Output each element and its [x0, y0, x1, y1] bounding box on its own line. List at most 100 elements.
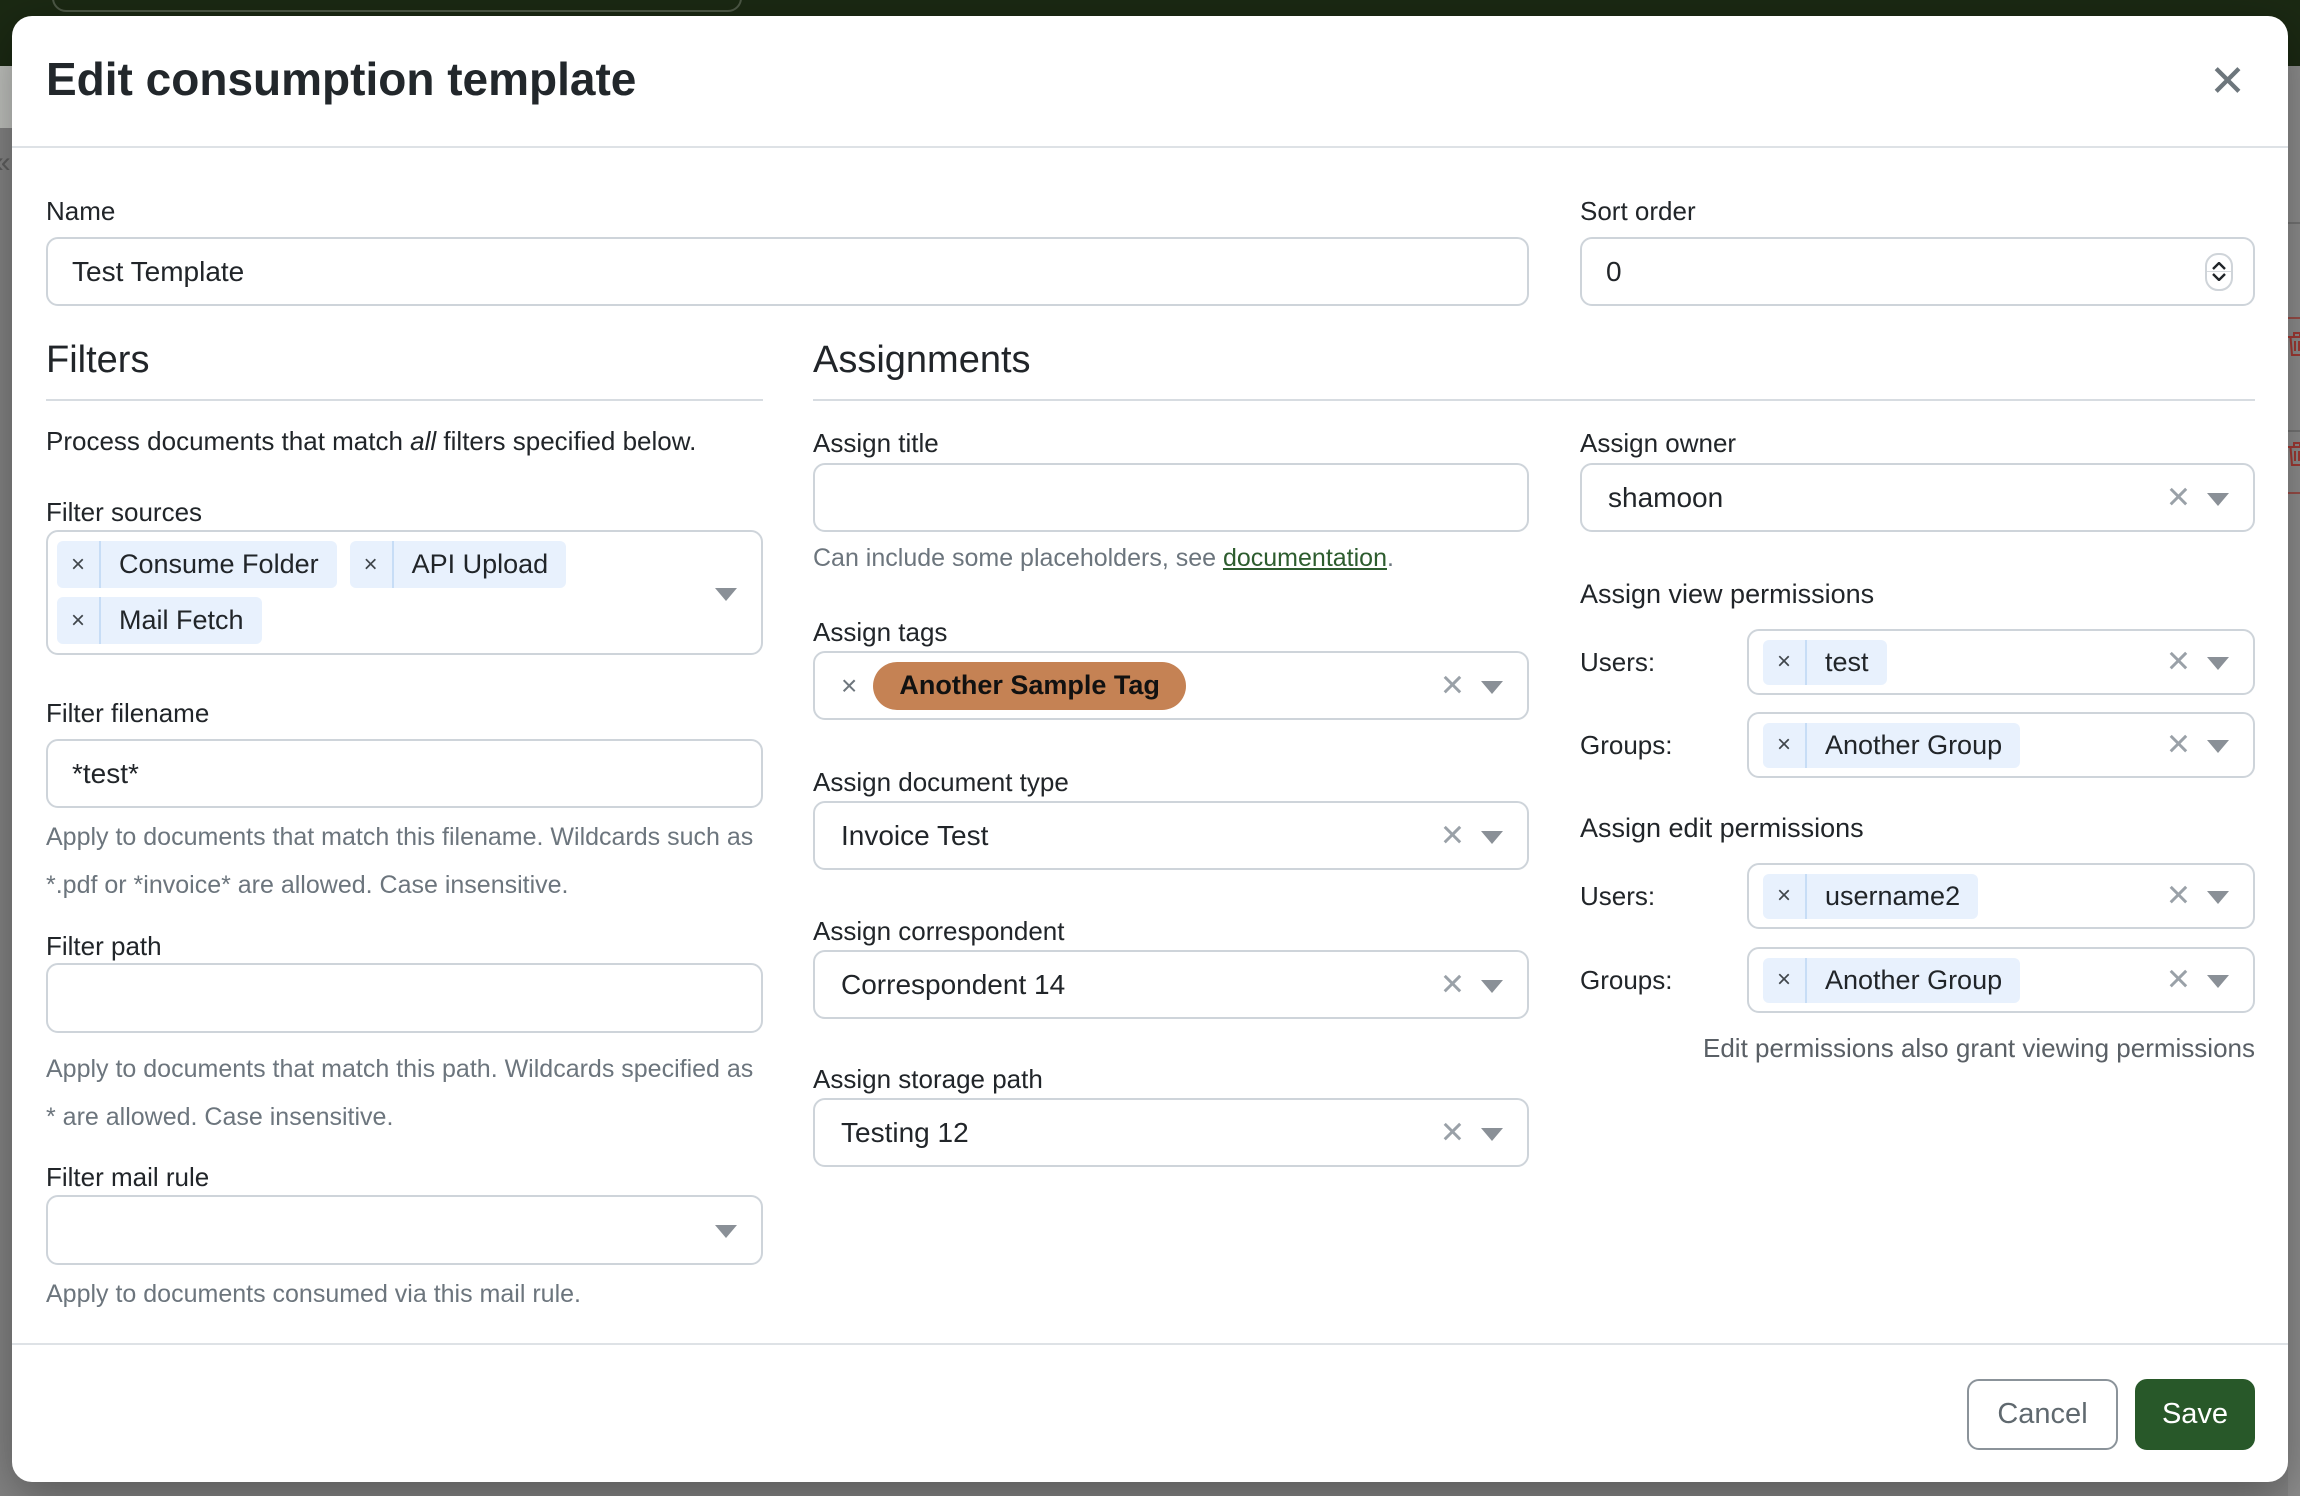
assign-storage-path-select[interactable]: Testing 12 ✕	[813, 1098, 1529, 1167]
filter-mail-rule-select[interactable]	[46, 1195, 763, 1265]
group-tag: × Another Group	[1763, 723, 2020, 768]
dialog-title: Edit consumption template	[46, 52, 636, 106]
view-groups-select[interactable]: × Another Group ✕	[1747, 712, 2255, 778]
clear-icon[interactable]: ✕	[2166, 645, 2191, 680]
clear-icon[interactable]: ✕	[1440, 818, 1465, 853]
remove-tag-icon[interactable]: ×	[350, 541, 394, 588]
caret-down-icon[interactable]	[1481, 980, 1503, 993]
clear-icon[interactable]: ✕	[2166, 728, 2191, 763]
assign-title-label: Assign title	[813, 427, 1529, 459]
background-row-divider	[2288, 317, 2300, 319]
remove-tag-icon[interactable]: ×	[841, 670, 857, 702]
sidebar-edge: «	[0, 66, 12, 128]
sort-order-field-group: Sort order	[1580, 195, 2255, 306]
remove-tag-icon[interactable]: ×	[1763, 723, 1807, 768]
remove-tag-icon[interactable]: ×	[1763, 874, 1807, 919]
assignments-right-column: Assign owner shamoon ✕ Assign view permi…	[1580, 427, 2255, 1064]
close-icon[interactable]: ✕	[2209, 60, 2246, 104]
filter-mail-rule-help: Apply to documents consumed via this mai…	[46, 1278, 763, 1310]
assignments-middle-column: Assign title Can include some placeholde…	[813, 427, 1529, 1167]
delete-icon	[2286, 330, 2300, 363]
remove-tag-icon[interactable]: ×	[57, 597, 101, 644]
filter-sources-select[interactable]: × Consume Folder × API Upload × Mail Fet…	[46, 530, 763, 655]
remove-tag-icon[interactable]: ×	[57, 541, 101, 588]
filter-path-input[interactable]	[46, 963, 763, 1033]
tag-badge: Another Sample Tag	[873, 662, 1186, 710]
user-tag: × test	[1763, 640, 1887, 685]
chevron-down-icon	[2212, 273, 2226, 281]
groups-label: Groups:	[1580, 729, 1747, 761]
filters-divider	[46, 399, 763, 401]
caret-down-icon[interactable]	[1481, 681, 1503, 694]
delete-icon	[2286, 440, 2300, 473]
filters-description: Process documents that match all filters…	[46, 423, 763, 459]
remove-tag-icon[interactable]: ×	[1763, 958, 1807, 1003]
caret-down-icon[interactable]	[1481, 831, 1503, 844]
group-tag: × Another Group	[1763, 958, 2020, 1003]
caret-down-icon[interactable]	[2207, 657, 2229, 670]
filter-mail-rule-label: Filter mail rule	[46, 1161, 763, 1193]
assign-owner-select[interactable]: shamoon ✕	[1580, 463, 2255, 532]
sidebar-collapse-icon: «	[0, 146, 11, 180]
name-label: Name	[46, 195, 1529, 227]
user-tag: × username2	[1763, 874, 1978, 919]
edit-permissions-note: Edit permissions also grant viewing perm…	[1580, 1032, 2255, 1064]
edit-groups-select[interactable]: × Another Group ✕	[1747, 947, 2255, 1013]
caret-down-icon[interactable]	[2207, 493, 2229, 506]
edit-users-row: Users: × username2 ✕	[1580, 863, 2255, 929]
caret-down-icon[interactable]	[2207, 740, 2229, 753]
clear-icon[interactable]: ✕	[2166, 879, 2191, 914]
assign-tags-label: Assign tags	[813, 616, 1529, 648]
assign-tags-select[interactable]: × Another Sample Tag ✕	[813, 651, 1529, 720]
clear-icon[interactable]: ✕	[1440, 967, 1465, 1002]
groups-label: Groups:	[1580, 964, 1747, 996]
background-row-divider	[2288, 222, 2300, 224]
sort-order-input[interactable]	[1580, 237, 2255, 306]
clear-icon[interactable]: ✕	[1440, 668, 1465, 703]
assignments-divider	[813, 399, 2255, 401]
edit-users-select[interactable]: × username2 ✕	[1747, 863, 2255, 929]
assign-title-input[interactable]	[813, 463, 1529, 532]
clear-icon[interactable]: ✕	[1440, 1115, 1465, 1150]
documentation-link[interactable]: documentation	[1223, 544, 1387, 572]
filters-heading: Filters	[46, 337, 763, 383]
assignments-heading: Assignments	[813, 337, 2255, 383]
filters-section: Filters Process documents that match all…	[46, 337, 763, 1310]
assign-correspondent-label: Assign correspondent	[813, 915, 1529, 947]
filter-filename-input[interactable]	[46, 739, 763, 808]
source-tag: × API Upload	[350, 541, 567, 588]
sort-order-label: Sort order	[1580, 195, 2255, 227]
save-button[interactable]: Save	[2135, 1379, 2255, 1450]
filter-filename-help: Apply to documents that match this filen…	[46, 813, 763, 909]
name-input[interactable]	[46, 237, 1529, 306]
filter-filename-label: Filter filename	[46, 697, 763, 729]
assign-storage-path-label: Assign storage path	[813, 1063, 1529, 1095]
caret-down-icon[interactable]	[2207, 891, 2229, 904]
caret-down-icon[interactable]	[2207, 975, 2229, 988]
view-users-select[interactable]: × test ✕	[1747, 629, 2255, 695]
users-label: Users:	[1580, 880, 1747, 912]
view-permissions-heading: Assign view permissions	[1580, 577, 2255, 611]
caret-down-icon[interactable]	[1481, 1128, 1503, 1141]
caret-down-icon[interactable]	[715, 588, 737, 601]
source-tag: × Consume Folder	[57, 541, 337, 588]
caret-down-icon[interactable]	[715, 1225, 737, 1238]
chevron-up-icon	[2212, 262, 2226, 270]
name-field-group: Name	[46, 195, 1529, 306]
view-groups-row: Groups: × Another Group ✕	[1580, 712, 2255, 778]
filter-path-help: Apply to documents that match this path.…	[46, 1045, 763, 1141]
remove-tag-icon[interactable]: ×	[1763, 640, 1807, 685]
dialog-header: Edit consumption template ✕	[12, 16, 2288, 148]
assign-correspondent-select[interactable]: Correspondent 14 ✕	[813, 950, 1529, 1019]
clear-icon[interactable]: ✕	[2166, 963, 2191, 998]
global-search-input: bread	[52, 0, 742, 12]
number-stepper[interactable]	[2205, 253, 2233, 291]
background-row-divider	[2288, 492, 2300, 494]
users-label: Users:	[1580, 646, 1747, 678]
assign-document-type-label: Assign document type	[813, 766, 1529, 798]
clear-icon[interactable]: ✕	[2166, 480, 2191, 515]
view-users-row: Users: × test ✕	[1580, 629, 2255, 695]
assign-document-type-select[interactable]: Invoice Test ✕	[813, 801, 1529, 870]
filter-sources-label: Filter sources	[46, 496, 763, 528]
cancel-button[interactable]: Cancel	[1967, 1379, 2118, 1450]
